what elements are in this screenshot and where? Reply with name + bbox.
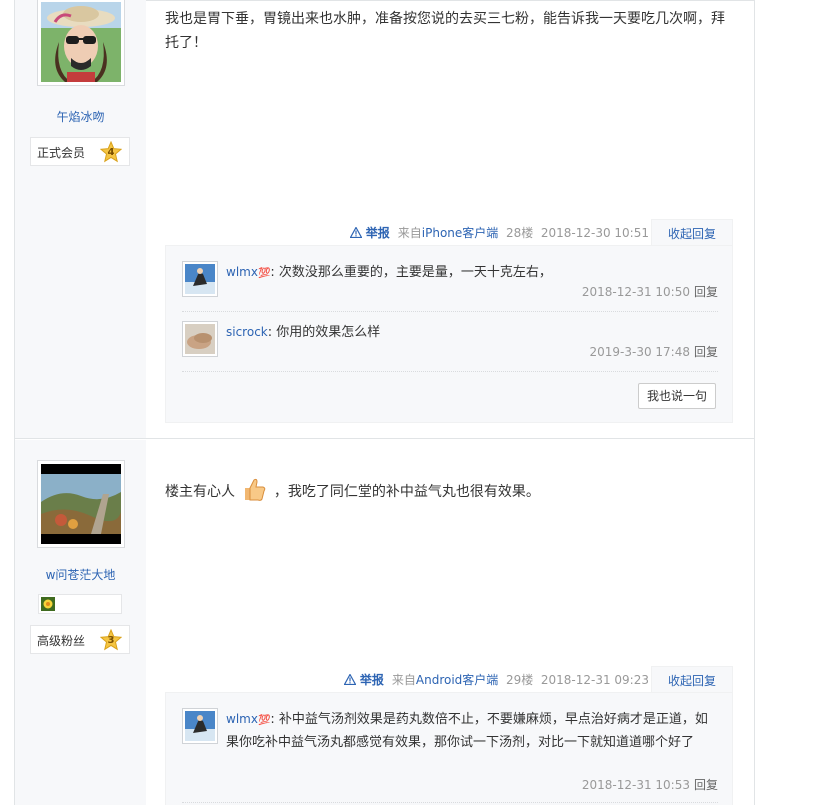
post-floor-28: 午焰冰吻 正式会员 4 我也是胃下垂，胃镜出来也水肿，准备按您说的去买三七粉，能… <box>15 0 754 439</box>
reply-content: 补中益气汤剂效果是药丸数倍不止，不要嫌麻烦，早点治好病才是正道，如果你吃补中益气… <box>226 712 708 750</box>
level-name: 正式会员 <box>37 146 86 160</box>
level-name: 高级粉丝 <box>37 634 86 648</box>
reply-item: wlmx💯: 次数没那么重要的，主要是量，一天十克左右， 2018-12-31 … <box>182 261 718 312</box>
report-label: 举报 <box>359 673 384 687</box>
reply-panel: wlmx💯: 补中益气汤剂效果是药丸数倍不止，不要嫌麻烦，早点治好病才是正道，如… <box>165 692 733 805</box>
reply-username[interactable]: wlmx <box>226 712 258 726</box>
client-prefix: 来自 <box>391 673 416 687</box>
author-avatar[interactable] <box>37 460 125 548</box>
floor-number: 29楼 <box>505 673 534 687</box>
report-label: 举报 <box>365 226 390 240</box>
client-link[interactable]: Android客户端 <box>416 673 498 687</box>
reply-button[interactable]: 回复 <box>694 345 718 359</box>
reply-button[interactable]: 回复 <box>694 778 718 792</box>
client-source: 来自Android客户端 <box>392 673 498 687</box>
warning-triangle-icon <box>343 673 357 686</box>
post-floor-29: w问苍茫大地 高级粉丝 3 楼主有心人 ，我吃了同仁堂的补中益气丸也很有效果。 <box>15 440 754 805</box>
post-tail: 举报 来自Android客户端 29楼 2018-12-31 09:23 收起回… <box>165 666 733 693</box>
reply-item: sicrock: 你用的效果怎么样 2019-3-30 17:48 回复 <box>182 321 718 372</box>
post-text-before: 楼主有心人 <box>165 484 235 500</box>
reply-user-badge: 💯 <box>257 268 271 279</box>
author-avatar[interactable] <box>37 0 125 86</box>
author-panel: w问苍茫大地 高级粉丝 3 <box>15 440 146 805</box>
level-number: 3 <box>107 635 115 646</box>
client-link[interactable]: iPhone客户端 <box>422 226 499 240</box>
floor-number: 28楼 <box>505 226 534 240</box>
post-content: 楼主有心人 ，我吃了同仁堂的补中益气丸也很有效果。 <box>165 476 735 510</box>
medal-icon <box>41 597 55 611</box>
post-list: 午焰冰吻 正式会员 4 我也是胃下垂，胃镜出来也水肿，准备按您说的去买三七粉，能… <box>14 0 755 805</box>
reply-time: 2018-12-31 10:50 <box>581 285 690 299</box>
client-prefix: 来自 <box>397 226 422 240</box>
level-number: 4 <box>107 147 115 158</box>
report-link[interactable]: 举报 <box>343 673 388 687</box>
reply-button[interactable]: 回复 <box>694 285 718 299</box>
reply-avatar[interactable] <box>182 708 218 744</box>
reply-avatar[interactable] <box>182 261 218 297</box>
reply-username[interactable]: sicrock <box>226 325 268 339</box>
post-tail: 举报 来自iPhone客户端 28楼 2018-12-30 10:51 收起回复 <box>165 219 733 246</box>
reply-text: sicrock: 你用的效果怎么样 <box>226 325 381 340</box>
reply-meta: 2019-3-30 17:48 回复 <box>589 343 718 360</box>
reply-avatar[interactable] <box>182 321 218 357</box>
avatar-image <box>41 2 121 82</box>
reply-time: 2018-12-31 10:53 <box>581 778 690 792</box>
star-level-icon: 4 <box>99 140 123 163</box>
reply-meta: 2018-12-31 10:53 回复 <box>582 776 718 793</box>
client-source: 来自iPhone客户端 <box>398 226 499 240</box>
reply-panel: wlmx💯: 次数没那么重要的，主要是量，一天十克左右， 2018-12-31 … <box>165 245 733 423</box>
report-link[interactable]: 举报 <box>349 226 394 240</box>
collapse-replies-button[interactable]: 收起回复 <box>651 666 733 693</box>
reply-time: 2019-3-30 17:48 <box>589 345 690 359</box>
reply-content: 你用的效果怎么样 <box>276 325 381 340</box>
thumbs-up-icon <box>241 476 267 510</box>
reply-text: wlmx💯: 次数没那么重要的，主要是量，一天十克左右， <box>226 265 552 280</box>
reply-item: wlmx💯: 补中益气汤剂效果是药丸数倍不止，不要嫌麻烦，早点治好病才是正道，如… <box>182 708 718 803</box>
author-panel: 午焰冰吻 正式会员 4 <box>15 0 146 438</box>
add-reply-button[interactable]: 我也说一句 <box>638 383 716 409</box>
post-content: 我也是胃下垂，胃镜出来也水肿，准备按您说的去买三七粉，能告诉我一天要吃几次啊，拜… <box>165 11 725 51</box>
post-time: 2018-12-30 10:51 <box>540 226 649 240</box>
avatar-image <box>41 464 121 544</box>
post-time: 2018-12-31 09:23 <box>540 673 649 687</box>
reply-text: wlmx💯: 补中益气汤剂效果是药丸数倍不止，不要嫌麻烦，早点治好病才是正道，如… <box>226 712 708 750</box>
author-name[interactable]: 午焰冰吻 <box>15 108 146 125</box>
member-level-badge[interactable]: 正式会员 4 <box>30 137 130 166</box>
reply-user-badge: 💯 <box>257 715 271 726</box>
post-meta: 举报 来自iPhone客户端 28楼 2018-12-30 10:51 <box>349 224 649 241</box>
medal-badge <box>38 594 122 614</box>
star-level-icon: 3 <box>99 628 123 651</box>
member-level-badge[interactable]: 高级粉丝 3 <box>30 625 130 654</box>
reply-content: 次数没那么重要的，主要是量，一天十克左右， <box>278 265 552 280</box>
post-meta: 举报 来自Android客户端 29楼 2018-12-31 09:23 <box>343 671 649 688</box>
reply-username[interactable]: wlmx <box>226 265 258 279</box>
reply-meta: 2018-12-31 10:50 回复 <box>582 283 718 300</box>
author-name[interactable]: w问苍茫大地 <box>15 566 146 583</box>
warning-triangle-icon <box>349 226 363 239</box>
collapse-replies-button[interactable]: 收起回复 <box>651 219 733 246</box>
post-text-after: ，我吃了同仁堂的补中益气丸也很有效果。 <box>273 484 540 500</box>
